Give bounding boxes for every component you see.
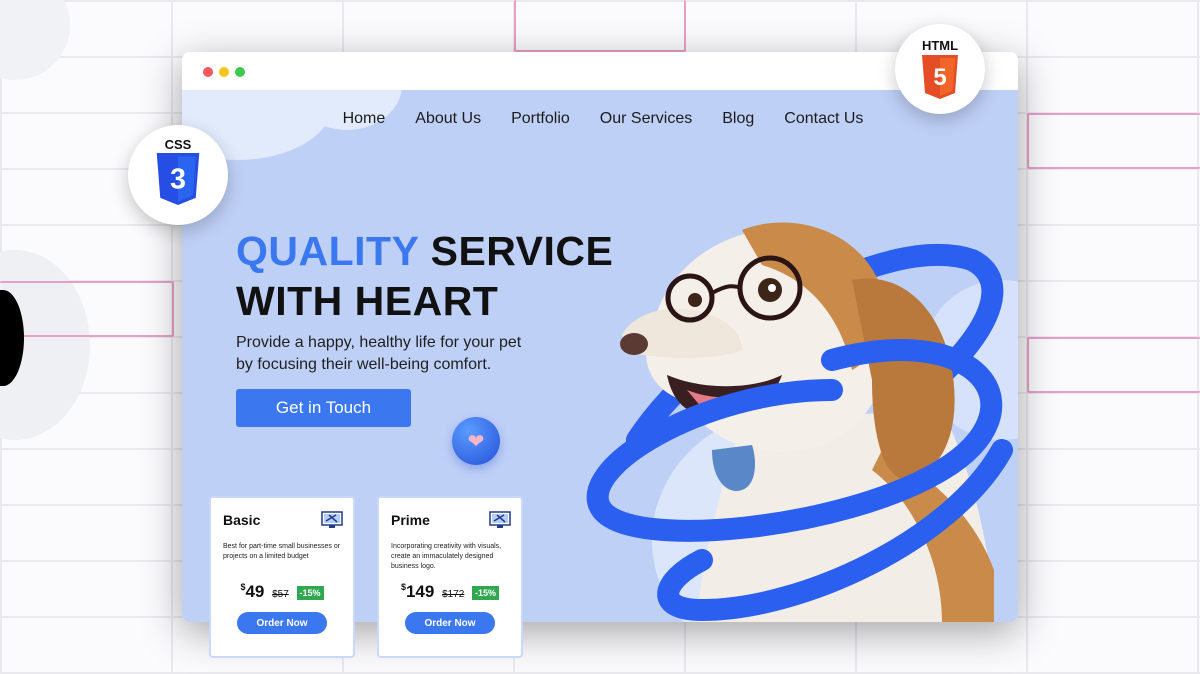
svg-text:3: 3 bbox=[170, 163, 186, 195]
price-value: 149 bbox=[405, 582, 435, 601]
title-bar bbox=[182, 52, 1018, 90]
background-frame bbox=[514, 0, 686, 52]
background-frame bbox=[0, 281, 174, 337]
plan-price: $149 $172 -15% bbox=[391, 582, 509, 602]
pricing-card-prime: Prime Incorporating creativity with visu… bbox=[377, 496, 523, 658]
price-value: 49 bbox=[245, 582, 265, 601]
discount-badge: -15% bbox=[472, 585, 500, 600]
svg-text:5: 5 bbox=[933, 64, 946, 91]
background-frame bbox=[1027, 337, 1200, 393]
order-now-button[interactable]: Order Now bbox=[405, 612, 495, 634]
plan-description: Incorporating creativity with visuals, c… bbox=[391, 543, 502, 570]
minimize-dot[interactable] bbox=[219, 67, 229, 77]
plan-price: $49 $57 -15% bbox=[223, 582, 341, 602]
plan-description: Best for part-time small businesses or p… bbox=[223, 543, 341, 560]
html5-badge: HTML 5 bbox=[895, 24, 985, 114]
html5-shield-icon: 5 bbox=[922, 55, 958, 99]
css3-shield-icon: 3 bbox=[156, 153, 200, 205]
close-dot[interactable] bbox=[203, 67, 213, 77]
old-price: $57 bbox=[272, 589, 289, 600]
discount-badge: -15% bbox=[296, 585, 324, 600]
monitor-tools-icon bbox=[321, 511, 343, 528]
order-now-button[interactable]: Order Now bbox=[237, 612, 327, 634]
css3-badge: CSS 3 bbox=[128, 125, 228, 225]
html5-label: HTML bbox=[921, 38, 959, 53]
pricing-card-basic: Basic Best for part-time small businesse… bbox=[209, 496, 355, 658]
maximize-dot[interactable] bbox=[235, 67, 245, 77]
dog-nose bbox=[620, 333, 648, 355]
monitor-tools-icon bbox=[489, 511, 511, 528]
old-price: $172 bbox=[442, 589, 465, 600]
background-frame bbox=[1027, 113, 1200, 169]
css3-label: CSS bbox=[164, 137, 192, 152]
